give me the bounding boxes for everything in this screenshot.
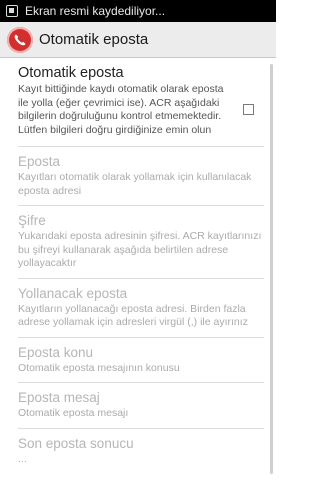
- pref-title: Eposta: [18, 154, 61, 169]
- pref-last-email-result[interactable]: Son eposta sonucu ...: [18, 429, 264, 474]
- pref-title: Eposta mesaj: [18, 390, 100, 405]
- pref-summary: Kayıtların yollanacağı eposta adresi. Bi…: [18, 302, 248, 329]
- pref-title: Otomatik eposta: [18, 65, 124, 81]
- screenshot-icon: [6, 5, 18, 17]
- pref-title: Son eposta sonucu: [18, 435, 134, 451]
- action-bar: Otomatik eposta: [0, 22, 276, 58]
- pref-email-subject[interactable]: Eposta konu Otomatik eposta mesajının ko…: [18, 338, 264, 383]
- pref-summary: Otomatik eposta mesajı: [18, 407, 129, 419]
- pref-recipient-email[interactable]: Yollanacak eposta Kayıtların yollanacağı…: [18, 279, 264, 338]
- page-title: Otomatik eposta: [39, 31, 149, 48]
- pref-summary: ...: [18, 452, 27, 465]
- auto-email-checkbox[interactable]: [243, 104, 254, 115]
- pref-title: Eposta konu: [18, 344, 94, 360]
- pref-summary: Kayıt bittiğinde kaydı otomatik olarak e…: [18, 83, 224, 136]
- phone-call-icon[interactable]: [7, 26, 33, 53]
- pref-summary: Otomatik eposta mesajının konusu: [18, 361, 180, 374]
- scrollbar[interactable]: [270, 64, 273, 474]
- status-bar: Ekran resmi kaydediliyor...: [0, 0, 276, 22]
- pref-password[interactable]: Şifre Yukarıdaki eposta adresinin şifres…: [18, 206, 264, 279]
- pref-auto-email[interactable]: Otomatik eposta Kayıt bittiğinde kaydı o…: [18, 58, 264, 147]
- pref-title: Yollanacak eposta: [18, 285, 128, 301]
- pref-title: Şifre: [18, 213, 46, 228]
- pref-summary: Yukarıdaki eposta adresinin şifresi. ACR…: [18, 230, 262, 269]
- status-text: Ekran resmi kaydediliyor...: [25, 4, 166, 18]
- pref-email-message[interactable]: Eposta mesaj Otomatik eposta mesajı: [18, 383, 264, 429]
- pref-summary: Kayıtları otomatik olarak yollamak için …: [18, 171, 252, 197]
- pref-email[interactable]: Eposta Kayıtları otomatik olarak yollama…: [18, 147, 264, 206]
- preference-list: Otomatik eposta Kayıt bittiğinde kaydı o…: [0, 58, 276, 473]
